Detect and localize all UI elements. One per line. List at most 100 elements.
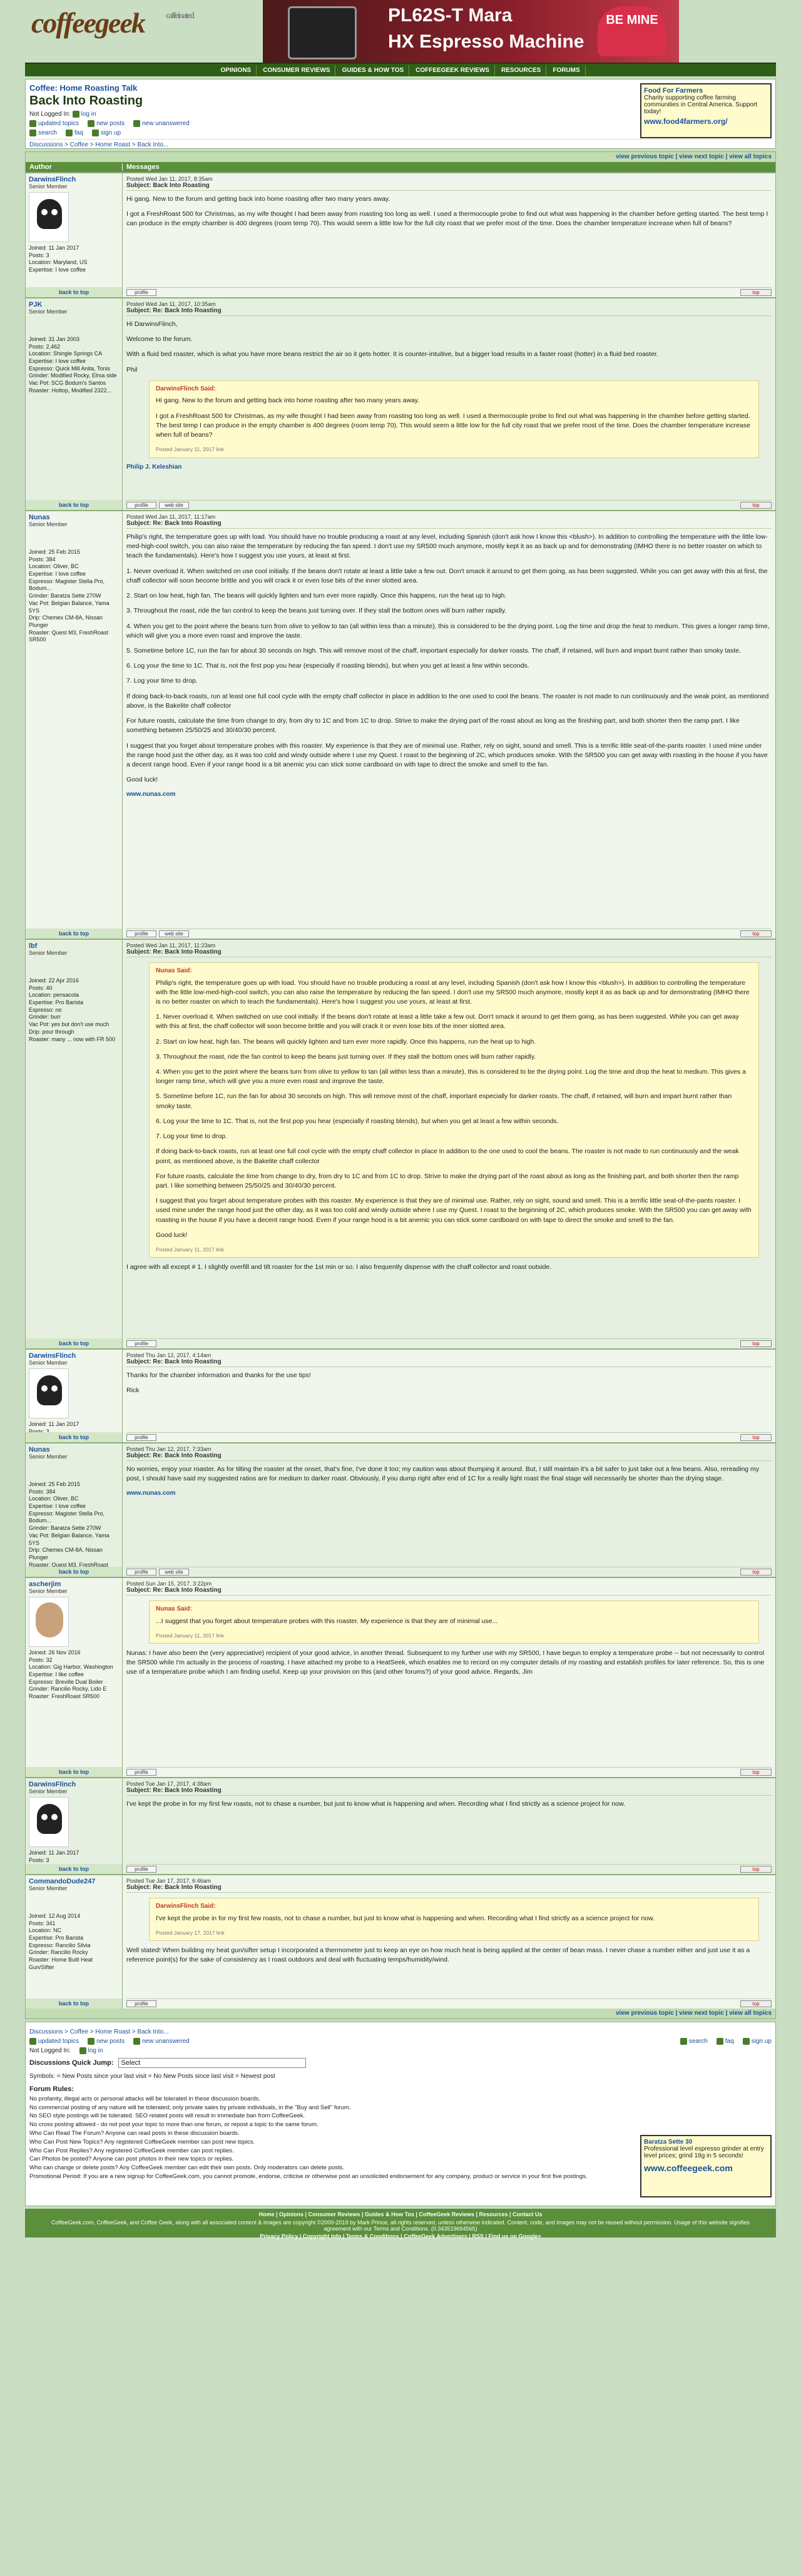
login-link-bottom[interactable]: log in [88, 2047, 103, 2054]
bottom-ad[interactable]: Baratza Sette 30 Professional level espr… [640, 2135, 772, 2197]
author-name[interactable]: DarwinsFlinch [29, 1352, 119, 1360]
nav-resources[interactable]: RESOURCES [496, 64, 547, 76]
back-to-top-link[interactable]: back to top [26, 1338, 122, 1348]
top-button[interactable]: top [740, 2000, 772, 2007]
profile-button[interactable]: profile [126, 1768, 156, 1776]
faq-link-bottom[interactable]: faq [725, 2038, 734, 2045]
profile-button[interactable]: profile [126, 1340, 156, 1347]
new-posts-link[interactable]: new posts [96, 120, 125, 127]
signup-link[interactable]: sign up [101, 130, 121, 136]
breadcrumb-bottom[interactable]: Discussions > Coffee > Home Roast > Back… [29, 2029, 772, 2035]
back-to-top-link[interactable]: back to top [26, 500, 122, 510]
nav-guides[interactable]: GUIDES & HOW TOS [337, 64, 410, 76]
author-name[interactable]: ascherjim [29, 1581, 119, 1588]
back-to-top-link[interactable]: back to top [26, 1998, 122, 2008]
post-header: Posted Tue Jan 17, 2017, 4:38am Subject: … [126, 1781, 772, 1796]
updated-topics-link[interactable]: updated topics [38, 120, 79, 127]
signature[interactable]: www.nunas.com [126, 790, 772, 800]
post-date: Posted Tue Jan 17, 2017, 6:46am [126, 1878, 212, 1884]
back-to-top-link[interactable]: back to top [26, 1767, 122, 1777]
website-button[interactable]: web site [159, 1568, 189, 1576]
espresso-machine-image [288, 6, 357, 59]
post-subject: Subject: Re: Back Into Roasting [126, 1884, 222, 1891]
post-actions: profile web site top [126, 500, 772, 509]
key-icon [79, 2047, 86, 2054]
user-meta: Posts: 3 [29, 252, 49, 258]
top-button[interactable]: top [740, 1340, 772, 1347]
post-body: No worries, enjoy your roaster. As for t… [126, 1465, 772, 1499]
profile-button[interactable]: profile [126, 1865, 156, 1873]
profile-button[interactable]: profile [126, 930, 156, 937]
banner-ad[interactable]: PL62S-T Mara HX Espresso Machine BE MINE [263, 0, 679, 63]
nav-opinions[interactable]: OPINIONS [215, 64, 257, 76]
signature[interactable]: www.nunas.com [126, 1489, 772, 1499]
quote-text: Good luck! [156, 1231, 188, 1239]
page-wrap: coffeegeek caffeinated PL62S-T Mara HX Es… [25, 0, 776, 2239]
author-name[interactable]: lbf [29, 942, 119, 950]
top-button[interactable]: top [740, 1768, 772, 1776]
breadcrumb[interactable]: Discussions > Coffee > Home Roast > Back… [29, 139, 772, 148]
author-name[interactable]: Nunas [29, 1446, 119, 1453]
faq-link[interactable]: faq [74, 130, 83, 136]
col-messages: Messages [126, 163, 160, 171]
user-meta: Grinder: Rancilio Rocky, Lido E [29, 1686, 107, 1693]
col-author: Author [26, 163, 123, 171]
post-header: Posted Sun Jan 15, 2017, 3:22pm Subject: … [126, 1581, 772, 1596]
author-name[interactable]: PJK [29, 301, 119, 308]
author-name[interactable]: DarwinsFlinch [29, 1781, 119, 1788]
quick-jump-select[interactable]: Select [118, 2058, 306, 2068]
back-to-top-link[interactable]: back to top [26, 929, 122, 939]
topic-nav[interactable]: view previous topic | view next topic | … [26, 152, 775, 162]
user-meta: Joined: 22 Apr 2016 [29, 977, 79, 984]
top-button[interactable]: top [740, 1568, 772, 1576]
signup-link-bottom[interactable]: sign up [752, 2038, 772, 2045]
profile-button[interactable]: profile [126, 1568, 156, 1576]
profile-button[interactable]: profile [126, 2000, 156, 2007]
user-meta: Location: Oliver, BC [29, 563, 79, 570]
new-unanswered-link[interactable]: new unanswered [142, 120, 190, 127]
back-to-top-link[interactable]: back to top [26, 1864, 122, 1874]
post-header: Posted Wed Jan 11, 2017, 8:35am Subject: … [126, 176, 772, 191]
nav-cg-reviews[interactable]: COFFEEGEEK REVIEWS [411, 64, 495, 76]
author-name[interactable]: DarwinsFlinch [29, 176, 119, 183]
author-name[interactable]: Nunas [29, 514, 119, 521]
profile-button[interactable]: profile [126, 1433, 156, 1441]
top-button[interactable]: top [740, 930, 772, 937]
post-header: Posted Wed Jan 11, 2017, 11:23am Subject:… [126, 942, 772, 957]
back-to-top-link[interactable]: back to top [26, 1567, 122, 1577]
author-name[interactable]: CommandoDude247 [29, 1878, 119, 1885]
sidebar-ad[interactable]: Food For Farmers Charity supporting coff… [640, 83, 772, 138]
table-header: Author Messages [26, 162, 775, 172]
signup-icon [91, 130, 99, 136]
back-to-top-link[interactable]: back to top [26, 1432, 122, 1442]
footer-links[interactable]: Home | Opinions | Consumer Reviews | Gui… [25, 2211, 776, 2217]
back-to-top-link[interactable]: back to top [26, 287, 122, 297]
post-actions: profile top [126, 1864, 772, 1873]
new-posts-link-bottom[interactable]: new posts [96, 2038, 125, 2045]
top-button[interactable]: top [740, 1865, 772, 1873]
profile-button[interactable]: profile [126, 288, 156, 296]
nav-consumer-reviews[interactable]: CONSUMER REVIEWS [258, 64, 336, 76]
search-link-bottom[interactable]: search [689, 2038, 708, 2045]
profile-button[interactable]: profile [126, 501, 156, 509]
site-logo[interactable]: coffeegeek caffeinated [31, 6, 195, 39]
top-button[interactable]: top [740, 1433, 772, 1441]
search-link[interactable]: search [38, 130, 57, 136]
new-unanswered-link-bottom[interactable]: new unanswered [142, 2038, 190, 2045]
website-button[interactable]: web site [159, 930, 189, 937]
unanswered-icon [133, 120, 141, 127]
post-row: DarwinsFlinch Senior Member Joined: 11 J… [26, 1777, 775, 1874]
quote-text: 5. Sometime before 1C, run the fan for a… [156, 1092, 732, 1110]
website-button[interactable]: web site [159, 501, 189, 509]
top-button[interactable]: top [740, 501, 772, 509]
login-link[interactable]: log in [81, 111, 96, 118]
updated-topics-link-bottom[interactable]: updated topics [38, 2038, 79, 2045]
signature[interactable]: Philip J. Keleshian [126, 463, 772, 472]
footer-policy-links[interactable]: Privacy Policy | Copyright Info | Terms … [25, 2233, 776, 2239]
top-button[interactable]: top [740, 288, 772, 296]
nav-forums[interactable]: FORUMS [548, 64, 586, 76]
post-date: Posted Wed Jan 11, 2017, 8:35am [126, 176, 213, 182]
user-meta: Posts: 3 [29, 1856, 49, 1863]
topic-nav-bottom[interactable]: view previous topic | view next topic | … [26, 2008, 775, 2019]
author-rank: Senior Member [29, 950, 68, 956]
